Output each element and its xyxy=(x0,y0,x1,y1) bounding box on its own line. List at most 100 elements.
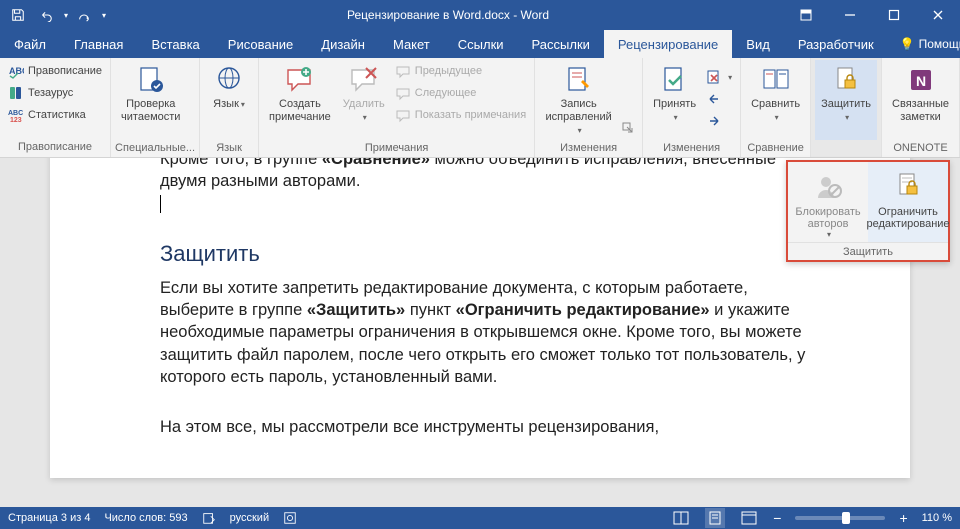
window-title: Рецензирование в Word.docx - Word xyxy=(112,8,784,22)
tab-design[interactable]: Дизайн xyxy=(307,30,379,58)
group-language: Язык▾ Язык xyxy=(200,58,259,157)
save-button[interactable] xyxy=(6,3,30,27)
minimize-button[interactable] xyxy=(828,0,872,30)
ribbon-display-options[interactable] xyxy=(784,0,828,30)
onenote-icon: N xyxy=(905,64,937,96)
spelling-icon: ABC xyxy=(8,63,24,79)
protect-label: Защитить xyxy=(821,98,871,110)
show-comments-button[interactable]: Показать примечания xyxy=(391,104,530,126)
reject-button[interactable]: ▾ xyxy=(702,66,736,88)
restrict-editing-button[interactable]: Ограничить редактирование xyxy=(868,162,948,242)
read-mode-button[interactable] xyxy=(671,508,691,528)
zoom-level[interactable]: 110 % xyxy=(922,512,952,524)
readability-button[interactable]: Проверка читаемости xyxy=(115,60,186,140)
heading[interactable]: Защитить xyxy=(160,241,820,267)
show-comments-label: Показать примечания xyxy=(415,109,526,121)
tell-me[interactable]: 💡 Помощн... xyxy=(888,30,960,58)
undo-dropdown-icon[interactable]: ▾ xyxy=(64,11,68,20)
compare-button[interactable]: Сравнить▾ xyxy=(745,60,806,140)
chevron-down-icon: ▾ xyxy=(241,100,245,109)
redo-button[interactable] xyxy=(72,3,96,27)
compare-icon xyxy=(760,64,792,96)
spelling-label: Правописание xyxy=(28,65,102,77)
group-changes: Принять▾ ▾ Изменения xyxy=(643,58,741,157)
document-page[interactable]: Кроме того, в группе «Сравнение» можно о… xyxy=(50,158,910,478)
language-status[interactable]: русский xyxy=(230,512,269,524)
group-compare: Сравнить▾ Сравнение xyxy=(741,58,811,157)
accept-button[interactable]: Принять▾ xyxy=(647,60,702,140)
page-number-status[interactable]: Страница 3 из 4 xyxy=(8,512,90,524)
quick-access-toolbar: ▾ ▾ xyxy=(0,3,112,27)
zoom-slider[interactable] xyxy=(795,516,885,520)
dialog-launcher-icon[interactable] xyxy=(620,120,636,136)
accept-icon xyxy=(659,64,691,96)
language-icon xyxy=(213,64,245,96)
zoom-slider-thumb[interactable] xyxy=(842,512,850,524)
statistics-button[interactable]: ABC123 Статистика xyxy=(4,104,106,126)
delete-comment-label: Удалить xyxy=(343,98,385,110)
protect-icon xyxy=(830,64,862,96)
previous-icon xyxy=(395,63,411,79)
chevron-down-icon: ▾ xyxy=(827,230,831,239)
track-changes-button[interactable]: Запись исправлений▾ xyxy=(539,60,618,140)
word-count-status[interactable]: Число слов: 593 xyxy=(104,512,187,524)
web-layout-button[interactable] xyxy=(739,508,759,528)
tab-file[interactable]: Файл xyxy=(0,30,60,58)
protect-dropdown: Блокировать авторов ▾ Ограничить редакти… xyxy=(786,160,950,262)
tab-view[interactable]: Вид xyxy=(732,30,784,58)
tab-developer[interactable]: Разработчик xyxy=(784,30,888,58)
thesaurus-label: Тезаурус xyxy=(28,87,73,99)
new-comment-label: Создать примечание xyxy=(269,98,331,124)
tab-review[interactable]: Рецензирование xyxy=(604,30,732,58)
linked-notes-button[interactable]: N Связанные заметки xyxy=(886,60,955,140)
next-change-button[interactable] xyxy=(702,110,736,132)
group-accessibility-caption: Специальные... xyxy=(115,140,195,155)
language-button[interactable]: Язык▾ xyxy=(204,60,254,140)
previous-comment-label: Предыдущее xyxy=(415,65,482,77)
next-comment-button[interactable]: Следующее xyxy=(391,82,530,104)
paragraph[interactable]: На этом все, мы рассмотрели все инструме… xyxy=(160,416,820,438)
group-comments: Создать примечание Удалить ▾ Предыдущее С… xyxy=(259,58,535,157)
new-comment-button[interactable]: Создать примечание xyxy=(263,60,337,140)
group-protect: Защитить▾ xyxy=(811,58,882,157)
ribbon-tabs: Файл Главная Вставка Рисование Дизайн Ма… xyxy=(0,30,960,58)
group-accessibility: Проверка читаемости Специальные... xyxy=(111,58,200,157)
paragraph[interactable]: Кроме того, в группе «Сравнение» можно о… xyxy=(160,158,820,193)
group-tracking: Запись исправлений▾ Изменения xyxy=(535,58,643,157)
thesaurus-button[interactable]: Тезаурус xyxy=(4,82,106,104)
prev-change-button[interactable] xyxy=(702,88,736,110)
qat-customize-icon[interactable]: ▾ xyxy=(102,11,106,20)
chevron-down-icon: ▾ xyxy=(363,113,367,122)
maximize-button[interactable] xyxy=(872,0,916,30)
undo-button[interactable] xyxy=(34,3,58,27)
compare-label: Сравнить xyxy=(751,98,800,110)
paragraph[interactable]: Если вы хотите запретить редактирование … xyxy=(160,277,820,388)
restrict-editing-icon xyxy=(892,170,924,202)
protect-dropdown-caption: Защитить xyxy=(788,242,948,260)
chevron-down-icon: ▾ xyxy=(728,73,732,82)
tab-home[interactable]: Главная xyxy=(60,30,137,58)
readability-label: Проверка читаемости xyxy=(121,98,180,124)
tab-layout[interactable]: Макет xyxy=(379,30,444,58)
tab-mailings[interactable]: Рассылки xyxy=(518,30,604,58)
previous-comment-button[interactable]: Предыдущее xyxy=(391,60,530,82)
zoom-in-button[interactable]: + xyxy=(899,510,907,526)
tab-draw[interactable]: Рисование xyxy=(214,30,307,58)
zoom-out-button[interactable]: − xyxy=(773,510,781,526)
delete-comment-button[interactable]: Удалить ▾ xyxy=(337,60,391,140)
tab-references[interactable]: Ссылки xyxy=(444,30,518,58)
spelling-button[interactable]: ABC Правописание xyxy=(4,60,106,82)
tab-insert[interactable]: Вставка xyxy=(137,30,213,58)
linked-notes-label: Связанные заметки xyxy=(892,98,949,124)
text-cursor xyxy=(160,195,161,213)
reject-icon xyxy=(706,69,722,85)
group-tracking-caption: Изменения xyxy=(539,140,638,155)
block-authors-button[interactable]: Блокировать авторов ▾ xyxy=(788,162,868,242)
track-changes-label: Запись исправлений xyxy=(545,98,611,124)
macro-status[interactable] xyxy=(283,511,297,525)
close-button[interactable] xyxy=(916,0,960,30)
print-layout-button[interactable] xyxy=(705,508,725,528)
window-controls xyxy=(784,0,960,30)
spell-check-status[interactable] xyxy=(202,511,216,525)
protect-button[interactable]: Защитить▾ xyxy=(815,60,877,140)
